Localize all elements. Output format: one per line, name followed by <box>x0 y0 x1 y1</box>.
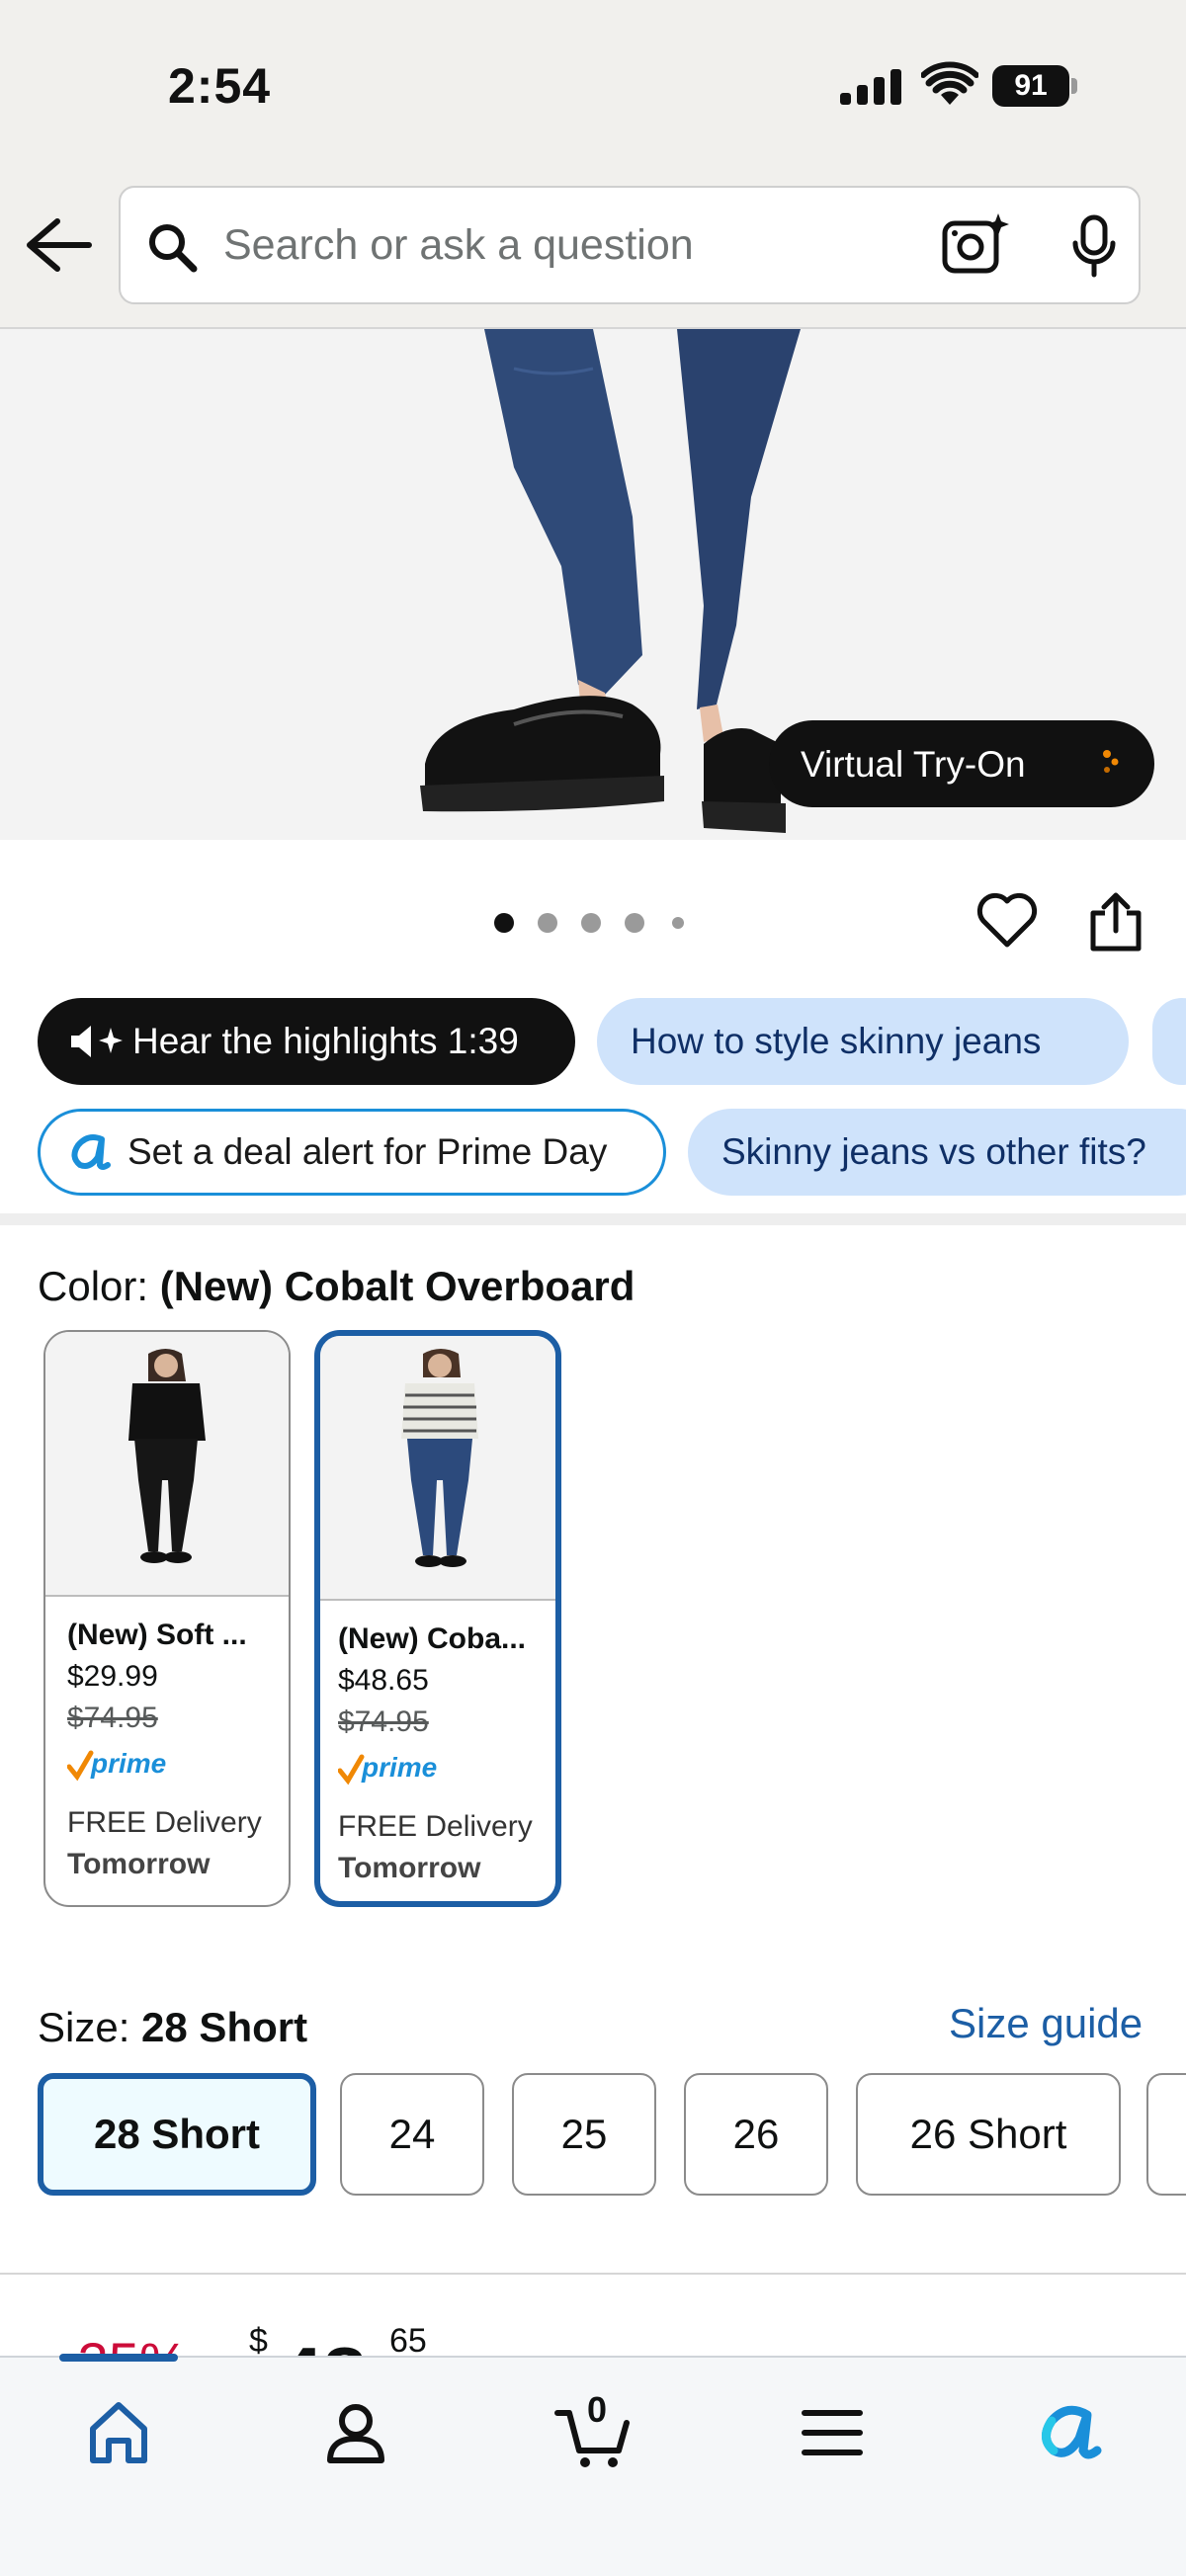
swatch-delivery-date: Tomorrow <box>338 1852 481 1884</box>
menu-icon[interactable] <box>793 2393 872 2472</box>
size-guide-link[interactable]: Size guide <box>949 2000 1143 2047</box>
section-divider <box>0 1213 1186 1225</box>
style-skinny-jeans-chip[interactable]: How to style skinny jeans <box>597 998 1129 1085</box>
carousel-page-indicator <box>494 913 692 933</box>
rufus-icon <box>71 1134 111 1170</box>
page-dot-active <box>494 913 514 933</box>
swatch-image <box>320 1336 555 1601</box>
battery-level: 91 <box>992 65 1069 107</box>
account-icon[interactable] <box>316 2393 395 2472</box>
selected-size: 28 Short <box>141 2004 308 2050</box>
back-arrow-icon[interactable] <box>22 215 93 275</box>
active-tab-indicator <box>59 2354 178 2362</box>
size-option-more[interactable] <box>1146 2073 1186 2196</box>
camera-search-icon[interactable] <box>941 211 1010 277</box>
price-peek: -35% $ 48 65 <box>59 2322 553 2358</box>
page-dot <box>538 913 557 933</box>
search-placeholder: Search or ask a question <box>223 221 694 269</box>
prime-logo-icon: prime <box>338 1752 437 1786</box>
bottom-navigation: 0 <box>0 2354 1186 2576</box>
swatch-delivery: FREE Delivery <box>67 1806 262 1839</box>
skinny-vs-other-fits-chip[interactable]: Skinny jeans vs other fits? <box>688 1109 1186 1196</box>
chip-label: Skinny jeans vs other fits? <box>721 1131 1146 1172</box>
swatch-list-price: $74.95 <box>338 1705 429 1738</box>
swatch-image <box>45 1332 289 1597</box>
chip-label: How to style skinny jeans <box>631 1021 1042 1061</box>
size-option-24[interactable]: 24 <box>340 2073 484 2196</box>
home-icon[interactable] <box>79 2393 158 2472</box>
prime-logo-icon: prime <box>67 1748 166 1782</box>
price-whole: 48 <box>279 2330 367 2358</box>
price-symbol: $ <box>249 2322 268 2358</box>
search-icon <box>149 224 198 273</box>
heart-icon[interactable] <box>976 891 1038 949</box>
status-time: 2:54 <box>168 58 272 114</box>
color-swatch-soft-black[interactable]: (New) Soft ... $29.99 $74.95 prime FREE … <box>43 1330 291 1907</box>
speaker-sparkle-icon <box>71 1026 123 1057</box>
svg-text:prime: prime <box>361 1752 437 1783</box>
page-dot <box>672 917 684 929</box>
swatch-delivery: FREE Delivery <box>338 1810 533 1843</box>
section-divider <box>0 2273 1186 2275</box>
hear-highlights-chip[interactable]: Hear the highlights 1:39 <box>38 998 575 1085</box>
rufus-icon[interactable] <box>1028 2393 1107 2472</box>
size-label: Size: 28 Short <box>38 2004 308 2050</box>
price-fraction: 65 <box>389 2322 427 2358</box>
share-icon[interactable] <box>1087 891 1144 953</box>
size-option-26-short[interactable]: 26 Short <box>856 2073 1121 2196</box>
selected-color: (New) Cobalt Overboard <box>159 1263 635 1309</box>
swatch-name: (New) Soft ... <box>67 1619 247 1651</box>
color-label: Color: (New) Cobalt Overboard <box>38 1263 635 1309</box>
microphone-icon[interactable] <box>1067 213 1121 279</box>
product-image-carousel[interactable]: Virtual Try-On <box>0 329 1186 840</box>
swatch-delivery-date: Tomorrow <box>67 1848 211 1880</box>
chip-label: Hear the highlights 1:39 <box>132 1021 519 1061</box>
swatch-price: $48.65 <box>338 1664 429 1697</box>
wifi-icon <box>921 61 978 105</box>
chip-label: Set a deal alert for Prime Day <box>127 1131 608 1172</box>
more-chip[interactable] <box>1152 998 1186 1085</box>
svg-text:prime: prime <box>90 1748 166 1779</box>
page-dot <box>581 913 601 933</box>
color-swatch-cobalt-overboard[interactable]: (New) Coba... $48.65 $74.95 prime FREE D… <box>314 1330 561 1907</box>
size-option-26[interactable]: 26 <box>684 2073 828 2196</box>
swatch-list-price: $74.95 <box>67 1702 158 1734</box>
battery-icon: 91 <box>992 65 1077 107</box>
size-option-28-short[interactable]: 28 Short <box>38 2073 316 2196</box>
search-header: Search or ask a question <box>0 168 1186 329</box>
cart-icon[interactable]: 0 <box>553 2389 633 2472</box>
size-option-25[interactable]: 25 <box>512 2073 656 2196</box>
cart-count: 0 <box>587 2389 608 2430</box>
virtual-try-on-label: Virtual Try-On <box>801 744 1026 785</box>
swatch-name: (New) Coba... <box>338 1622 527 1655</box>
page-dot <box>625 913 644 933</box>
deal-alert-chip[interactable]: Set a deal alert for Prime Day <box>38 1109 666 1196</box>
search-input[interactable]: Search or ask a question <box>119 186 1141 304</box>
swatch-price: $29.99 <box>67 1660 158 1693</box>
status-bar: 2:54 91 <box>0 0 1186 168</box>
cellular-signal-icon <box>840 69 903 105</box>
virtual-try-on-button[interactable]: Virtual Try-On <box>769 720 1154 807</box>
sparkle-dots-icon <box>1103 750 1119 773</box>
